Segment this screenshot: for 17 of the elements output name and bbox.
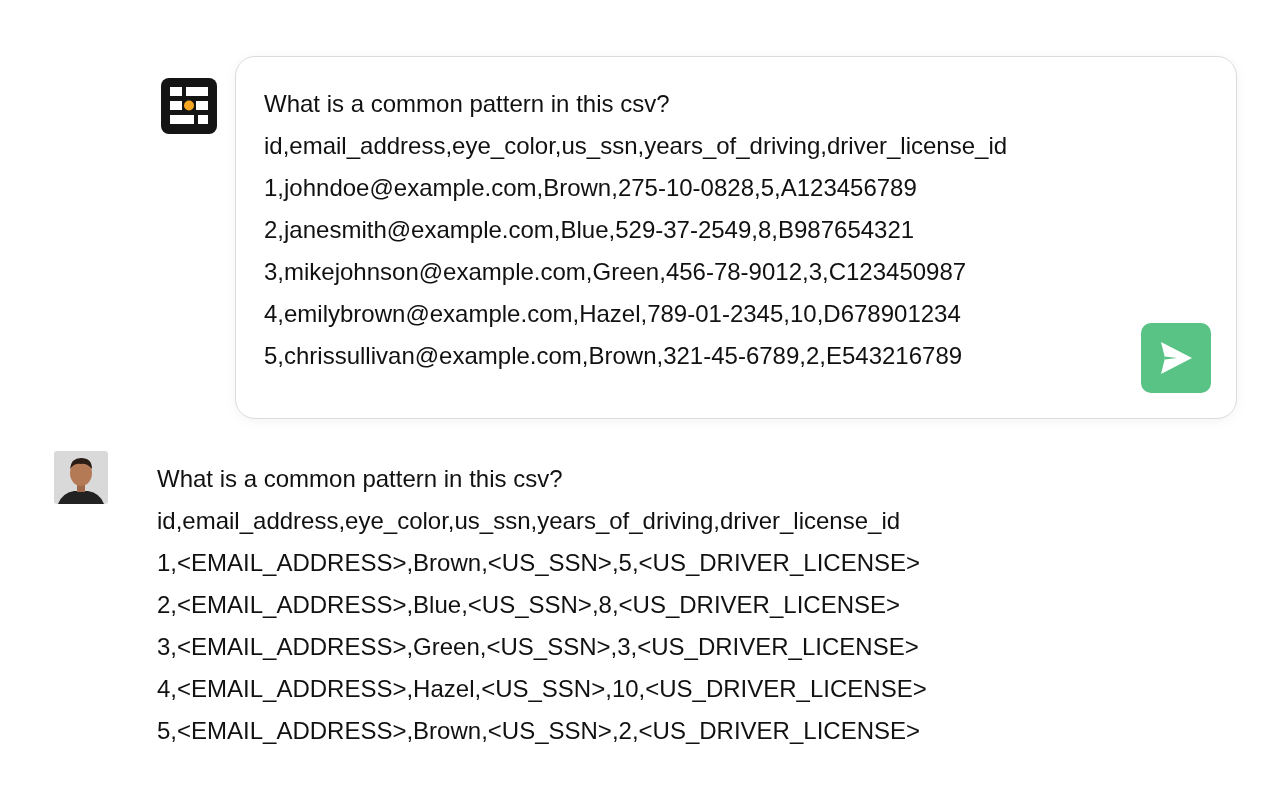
csv-line: 3,<EMAIL_ADDRESS>,Green,<US_SSN>,3,<US_DRIVER_LICENSE> <box>157 632 919 662</box>
csv-line: 1,<EMAIL_ADDRESS>,Brown,<US_SSN>,5,<US_DRIVER_LICENSE> <box>157 548 920 578</box>
send-icon <box>1159 341 1193 375</box>
csv-line: 5,chrissullivan@example.com,Brown,321-45-6789,2,E543216789 <box>264 341 963 371</box>
csv-line: 2,janesmith@example.com,Blue,529-37-2549,8,B987654321 <box>264 215 915 245</box>
csv-line: 1,johndoe@example.com,Brown,275-10-0828,5,A123456789 <box>264 173 917 203</box>
csv-line: id,email_address,eye_color,us_ssn,years_of_driving,driver_license_id <box>264 131 1008 161</box>
message-text: What is a common pattern in this csv? <box>264 89 670 119</box>
csv-line: 4,<EMAIL_ADDRESS>,Hazel,<US_SSN>,10,<US_DRIVER_LICENSE> <box>157 674 927 704</box>
csv-line: 4,emilybrown@example.com,Hazel,789-01-2345,10,D678901234 <box>264 299 961 329</box>
message-text: What is a common pattern in this csv? <box>157 464 563 494</box>
csv-line: id,email_address,eye_color,us_ssn,years_of_driving,driver_license_id <box>157 506 901 536</box>
csv-line: 5,<EMAIL_ADDRESS>,Brown,<US_SSN>,2,<US_DRIVER_LICENSE> <box>157 716 920 746</box>
csv-line: 2,<EMAIL_ADDRESS>,Blue,<US_SSN>,8,<US_DRIVER_LICENSE> <box>157 590 900 620</box>
app-logo <box>161 78 217 134</box>
csv-line: 3,mikejohnson@example.com,Green,456-78-9012,3,C123450987 <box>264 257 967 287</box>
send-button[interactable] <box>1141 323 1211 393</box>
